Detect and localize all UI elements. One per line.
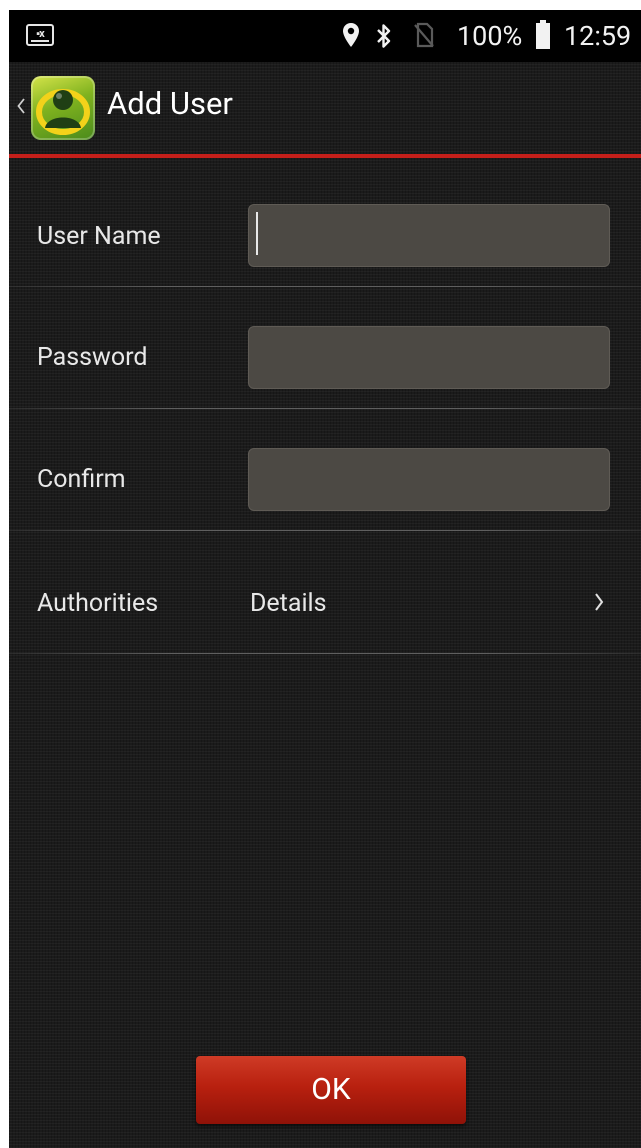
page-title: Add User — [107, 85, 233, 122]
location-pin-icon — [343, 23, 359, 47]
battery-percent: 100% — [457, 20, 523, 52]
id-card-x-icon: ▪x — [26, 24, 54, 46]
password-label: Password — [37, 343, 148, 372]
no-sim-icon — [414, 22, 434, 48]
text-cursor — [256, 212, 258, 255]
authorities-row[interactable]: Authorities Details — [9, 550, 641, 654]
battery-full-icon — [536, 20, 550, 49]
bluetooth-icon — [377, 24, 391, 48]
row-divider — [9, 530, 641, 531]
chevron-right-icon — [595, 593, 604, 611]
chevron-left-icon — [17, 98, 25, 114]
status-time: 12:59 — [564, 20, 632, 52]
confirm-label: Confirm — [37, 465, 126, 494]
add-user-screen: ▪x 100% 12:59 Add User User Name Passwor… — [9, 10, 641, 1148]
row-divider — [9, 653, 641, 654]
authorities-details: Details — [250, 589, 327, 618]
action-bar: Add User — [9, 62, 641, 154]
password-field[interactable] — [248, 326, 610, 389]
ok-button[interactable]: OK — [196, 1056, 466, 1124]
user-name-label: User Name — [37, 222, 161, 251]
user-name-field[interactable] — [248, 204, 610, 267]
back-button[interactable] — [9, 76, 117, 140]
authorities-label: Authorities — [37, 589, 159, 618]
confirm-password-field[interactable] — [248, 448, 610, 511]
status-bar: ▪x 100% 12:59 — [9, 10, 641, 62]
user-avatar-app-icon — [31, 76, 95, 140]
title-divider — [9, 154, 641, 158]
